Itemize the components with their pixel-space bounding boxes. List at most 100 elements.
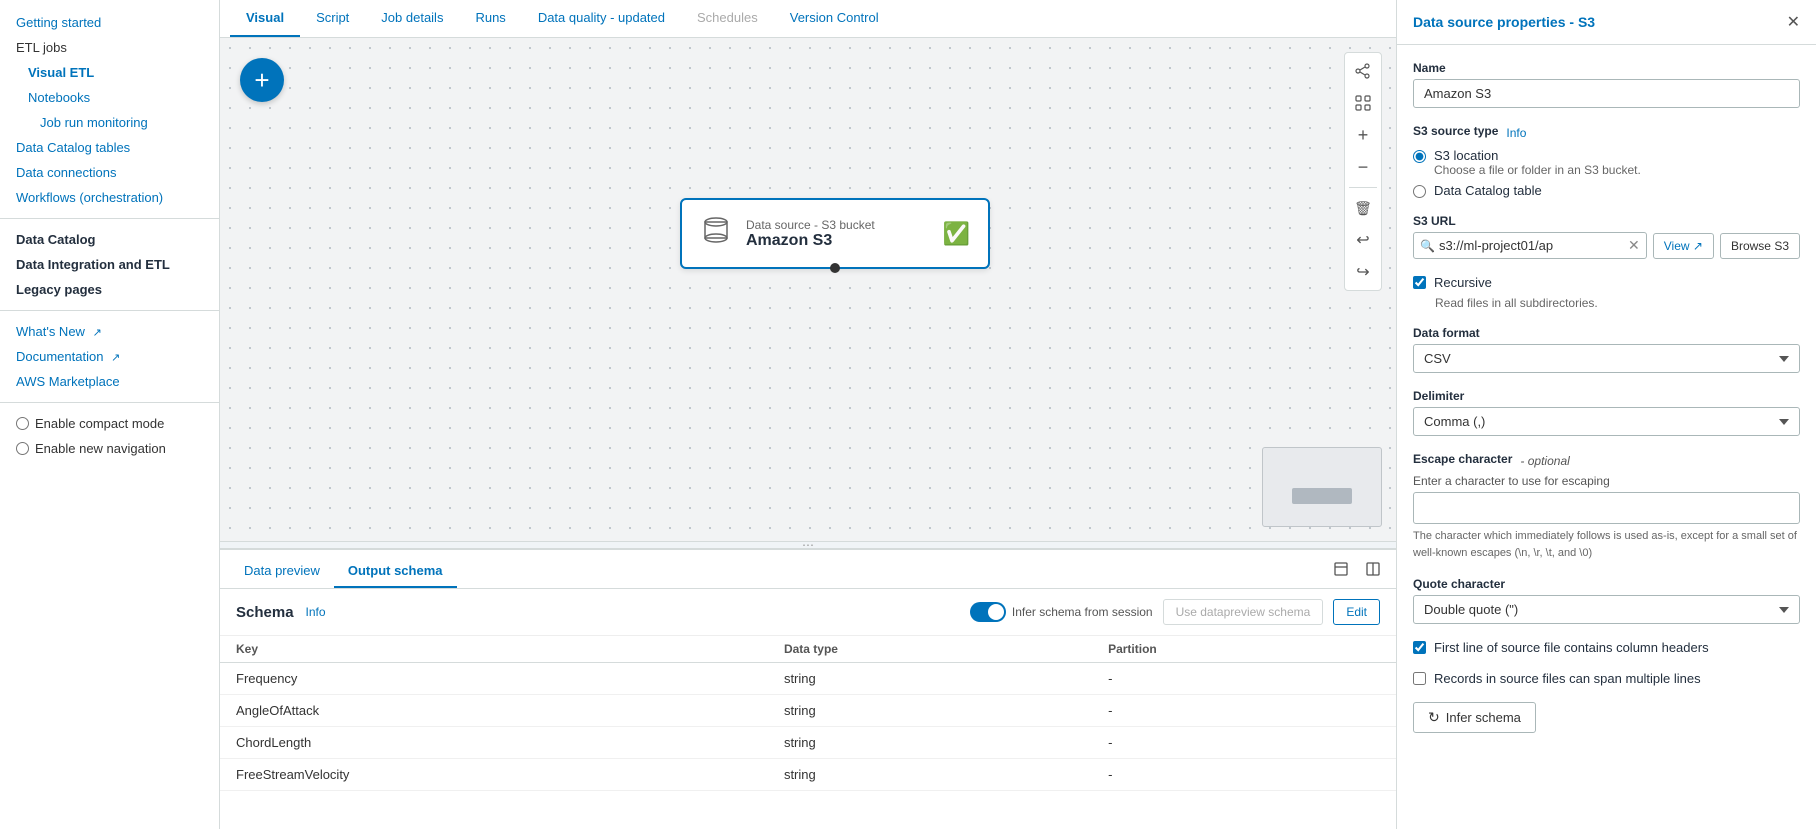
infer-schema-icon: ↻ <box>1428 709 1440 726</box>
s3-source-type-group: S3 source type Info S3 location Choose a… <box>1413 124 1800 198</box>
sidebar-section-legacy-pages: Legacy pages <box>0 277 219 302</box>
s3-url-clear-button[interactable]: ✕ <box>1628 237 1640 254</box>
undo-button[interactable]: ↩ <box>1349 226 1377 254</box>
recursive-checkbox[interactable] <box>1413 276 1426 289</box>
name-input[interactable] <box>1413 79 1800 108</box>
sidebar-item-data-catalog-tables[interactable]: Data Catalog tables <box>0 135 219 160</box>
sidebar-section-data-integration: Data Integration and ETL <box>0 252 219 277</box>
span-lines-checkbox[interactable] <box>1413 672 1426 685</box>
view-s3-button[interactable]: View ↗ <box>1653 233 1714 259</box>
sidebar-item-workflows[interactable]: Workflows (orchestration) <box>0 185 219 210</box>
first-line-checkbox[interactable] <box>1413 641 1426 654</box>
bottom-panel-icons <box>1328 550 1386 588</box>
radio-s3-location-input[interactable] <box>1413 150 1426 163</box>
sidebar-item-notebooks[interactable]: Notebooks <box>0 85 219 110</box>
tab-output-schema[interactable]: Output schema <box>334 555 457 588</box>
node-label: Data source - S3 bucket <box>746 218 929 232</box>
s3-url-input[interactable] <box>1439 233 1628 258</box>
share-button[interactable] <box>1349 57 1377 85</box>
schema-title: Schema <box>236 604 294 621</box>
s3-source-type-info-link[interactable]: Info <box>1506 126 1526 140</box>
tab-job-details[interactable]: Job details <box>365 0 459 37</box>
sidebar-item-job-run-monitoring[interactable]: Job run monitoring <box>0 110 219 135</box>
s3-source-type-label: S3 source type <box>1413 124 1498 138</box>
tab-script[interactable]: Script <box>300 0 365 37</box>
zoom-out-button[interactable]: − <box>1349 153 1377 181</box>
radio-data-catalog-table[interactable]: Data Catalog table <box>1413 183 1800 198</box>
sidebar-item-data-connections[interactable]: Data connections <box>0 160 219 185</box>
span-lines-checkbox-row: Records in source files can span multipl… <box>1413 671 1800 686</box>
s3-url-row: 🔍 ✕ View ↗ Browse S3 <box>1413 232 1800 259</box>
quote-char-select[interactable]: Double quote (") Single quote (') None <box>1413 595 1800 624</box>
cell-key-2: ChordLength <box>220 727 768 759</box>
tab-version-control[interactable]: Version Control <box>774 0 895 37</box>
panel-resize-handle[interactable]: ⋯ <box>220 541 1396 549</box>
use-datapreview-schema-button[interactable]: Use datapreview schema <box>1163 599 1324 625</box>
zoom-in-button[interactable]: + <box>1349 121 1377 149</box>
data-format-label: Data format <box>1413 326 1800 340</box>
mini-map <box>1262 447 1382 527</box>
edit-schema-button[interactable]: Edit <box>1333 599 1380 625</box>
delimiter-select[interactable]: Comma (,) Tab Pipe (|) Semicolon (;) <box>1413 407 1800 436</box>
node-info: Data source - S3 bucket Amazon S3 <box>746 218 929 250</box>
browse-s3-button[interactable]: Browse S3 <box>1720 233 1800 259</box>
recursive-field-group: Recursive Read files in all subdirectori… <box>1413 275 1800 310</box>
expand-panel-button[interactable] <box>1328 556 1354 582</box>
infer-schema-button[interactable]: ↻ Infer schema <box>1413 702 1536 733</box>
schema-controls: Infer schema from session Use dataprevie… <box>970 599 1380 625</box>
delimiter-field-group: Delimiter Comma (,) Tab Pipe (|) Semicol… <box>1413 389 1800 436</box>
add-node-button[interactable]: + <box>240 58 284 102</box>
tab-data-preview[interactable]: Data preview <box>230 555 334 588</box>
node-card-amazon-s3[interactable]: Data source - S3 bucket Amazon S3 ✅ <box>680 198 990 269</box>
redo-button[interactable]: ↪ <box>1349 258 1377 286</box>
span-lines-label: Records in source files can span multipl… <box>1434 671 1701 686</box>
sidebar-item-visual-etl[interactable]: Visual ETL <box>0 60 219 85</box>
s3-location-desc: Choose a file or folder in an S3 bucket. <box>1434 163 1641 177</box>
sidebar-item-whats-new[interactable]: What's New ↗ <box>0 319 219 344</box>
delete-button[interactable]: 🗑 <box>1349 194 1377 222</box>
first-line-field-group: First line of source file contains colum… <box>1413 640 1800 655</box>
tab-runs[interactable]: Runs <box>459 0 521 37</box>
escape-char-input[interactable] <box>1413 492 1800 524</box>
s3-url-input-wrapper: 🔍 ✕ <box>1413 232 1647 259</box>
tab-data-quality[interactable]: Data quality - updated <box>522 0 681 37</box>
schema-info-link[interactable]: Info <box>306 605 326 619</box>
escape-optional-label: - optional <box>1520 454 1569 468</box>
radio-s3-location[interactable]: S3 location Choose a file or folder in a… <box>1413 148 1800 177</box>
cell-partition-2: - <box>1092 727 1396 759</box>
sidebar-item-aws-marketplace[interactable]: AWS Marketplace <box>0 369 219 394</box>
name-field-group: Name <box>1413 61 1800 108</box>
infer-schema-toggle[interactable] <box>970 602 1006 622</box>
sidebar-toggle-compact-mode[interactable]: Enable compact mode <box>0 411 219 436</box>
bottom-panel: Data preview Output schema Schema Info <box>220 549 1396 829</box>
schema-table-container: Key Data type Partition Frequency string… <box>220 636 1396 829</box>
cell-type-2: string <box>768 727 1092 759</box>
s3-location-label: S3 location <box>1434 148 1641 163</box>
tab-schedules[interactable]: Schedules <box>681 0 774 37</box>
col-header-partition: Partition <box>1092 636 1396 663</box>
sidebar-toggle-new-navigation[interactable]: Enable new navigation <box>0 436 219 461</box>
s3-url-label: S3 URL <box>1413 214 1800 228</box>
cell-key-1: AngleOfAttack <box>220 695 768 727</box>
data-format-select[interactable]: CSV JSON Parquet ORC Avro XML <box>1413 344 1800 373</box>
first-line-checkbox-row: First line of source file contains colum… <box>1413 640 1800 655</box>
sidebar-item-documentation[interactable]: Documentation ↗ <box>0 344 219 369</box>
tab-visual[interactable]: Visual <box>230 0 300 37</box>
first-line-label: First line of source file contains colum… <box>1434 640 1709 655</box>
main-area: Visual Script Job details Runs Data qual… <box>220 0 1396 829</box>
external-link-icon: ↗ <box>1693 239 1703 253</box>
escape-char-helper: Enter a character to use for escaping <box>1413 474 1800 488</box>
table-row: FreeStreamVelocity string - <box>220 759 1396 791</box>
infer-schema-label: Infer schema <box>1446 710 1521 725</box>
fit-view-button[interactable] <box>1349 89 1377 117</box>
right-panel-close-button[interactable]: ✕ <box>1787 12 1800 32</box>
sidebar-item-getting-started[interactable]: Getting started <box>0 10 219 35</box>
canvas-dots <box>220 38 1396 541</box>
node-connector-dot <box>830 263 840 273</box>
split-panel-button[interactable] <box>1360 556 1386 582</box>
s3-bucket-icon <box>700 214 732 253</box>
sidebar-section-data-catalog: Data Catalog <box>0 227 219 252</box>
right-panel-header: Data source properties - S3 ✕ <box>1397 0 1816 45</box>
radio-data-catalog-table-input[interactable] <box>1413 185 1426 198</box>
escape-char-note: The character which immediately follows … <box>1413 528 1800 561</box>
